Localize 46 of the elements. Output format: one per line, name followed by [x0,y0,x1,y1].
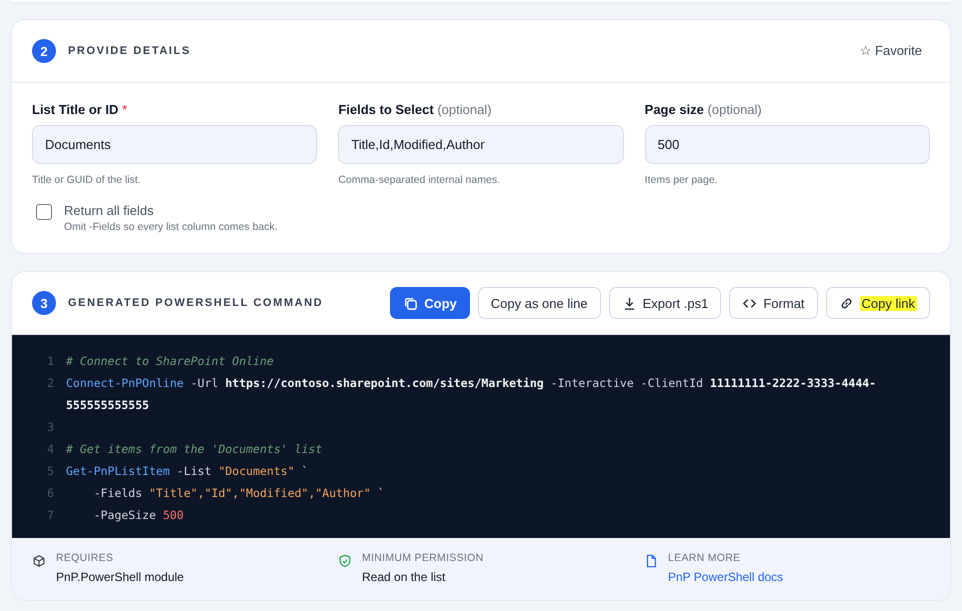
favorite-button[interactable]: ☆ Favorite [852,39,930,63]
help-text: Comma-separated internal names. [338,174,501,186]
cube-icon [32,554,46,568]
export-button[interactable]: Export .ps1 [608,287,722,319]
code-line: # Connect to SharePoint Online [66,353,275,370]
line-number: 2 [46,375,55,392]
code-line: Connect-PnPOnline -Url https://contoso.sharepoint.com/sites/Marketing -Interactive -ClientId 11111111-2222-3333-4444-555555555555 [66,375,878,414]
footer-value: PnP.PowerShell module [56,570,184,584]
line-number: 4 [46,441,55,458]
code-line: # Get items from the 'Documents' list [66,441,324,458]
code-line: -Fields "Title","Id","Modified","Author" ` [92,485,386,502]
line-number: 3 [46,419,55,436]
line-number: 7 [46,507,55,524]
checkbox-hint: Omit -Fields so every list column comes back. [64,221,278,233]
line-number: 5 [46,463,55,480]
shield-check-icon [338,554,352,568]
document-icon [644,554,658,568]
checkbox-label: Return all fields [64,203,155,218]
copy-link-button[interactable]: Copy link [826,287,930,319]
checkbox[interactable] [36,204,52,220]
footer-label: MINIMUM PERMISSION [362,552,484,564]
line-number: 6 [46,485,55,502]
copy-button[interactable]: Copy [390,287,470,319]
input-field[interactable]: Documents [32,125,318,164]
code-line: -PageSize 500 [92,507,185,524]
step-number: 3 [32,291,56,315]
help-text: Title or GUID of the list. [32,174,142,186]
footer-label: LEARN MORE [668,552,742,564]
section-title: PROVIDE DETAILS [68,45,192,57]
format-button[interactable]: Format [729,287,818,319]
field-label: Fields to Select (optional) [338,102,493,117]
footer-label: REQUIRES [56,552,114,564]
line-number: 1 [46,353,55,370]
footer-value: Read on the list [362,570,446,584]
copy-one-line-button[interactable]: Copy as one line [478,287,601,319]
docs-link[interactable]: PnP PowerShell docs [668,570,784,584]
step-number: 2 [32,39,56,63]
link-icon [838,296,854,310]
input-field[interactable]: 500 [644,125,930,164]
copy-icon [403,296,418,310]
help-text: Items per page. [644,174,719,186]
field-label: List Title or ID * [32,102,128,117]
field-label: Page size (optional) [644,102,763,117]
input-field[interactable]: Title,Id,Modified,Author [338,125,624,164]
code-line: Get-PnPListItem -List "Documents" ` [66,463,310,480]
section-title: GENERATED POWERSHELL COMMAND [68,297,324,309]
